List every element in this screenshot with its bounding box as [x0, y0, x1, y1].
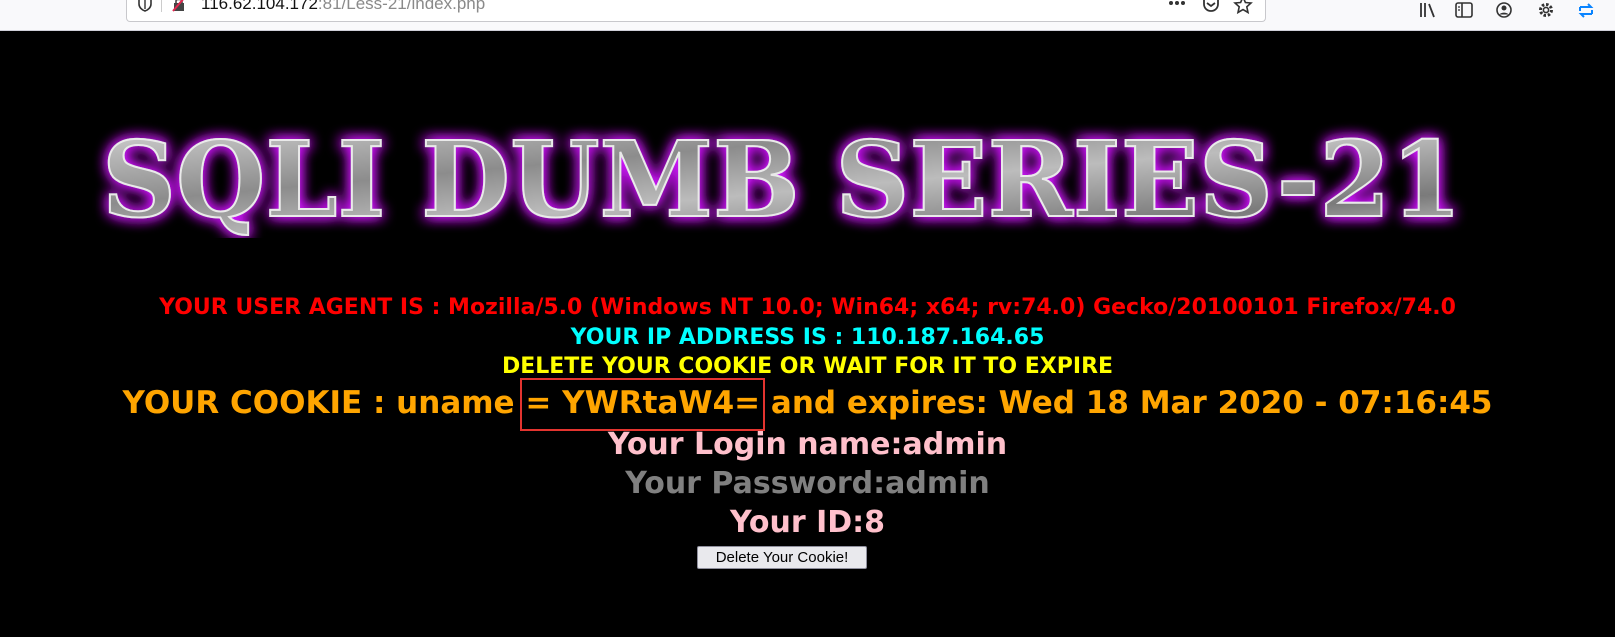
shield-icon[interactable]	[137, 0, 153, 12]
url-divider	[161, 0, 162, 12]
more-actions-icon[interactable]	[1167, 0, 1187, 14]
url-host: 116.62.104.172	[201, 0, 318, 13]
url-bar[interactable]: 116.62.104.172:81/Less-21/index.php	[126, 0, 1266, 22]
url-path: :81/Less-21/index.php	[317, 0, 486, 13]
banner-logo: SQLI DUMB SERIES-21	[101, 118, 1463, 238]
delete-cookie-notice: DELETE YOUR COOKIE OR WAIT FOR IT TO EXP…	[501, 354, 1114, 379]
ip-address-text: YOUR IP ADDRESS IS : 110.187.164.65	[570, 325, 1045, 350]
account-icon[interactable]	[1494, 2, 1514, 20]
delete-cookie-button[interactable]: Delete Your Cookie!	[697, 546, 867, 569]
banner-title: SQLI DUMB SERIES-21	[102, 118, 1462, 238]
cookie-text: YOUR COOKIE : uname = YWRtaW4= and expir…	[122, 385, 1493, 421]
user-id-text: Your ID:8	[729, 505, 886, 540]
insecure-lock-icon[interactable]	[171, 0, 187, 12]
user-agent-text: YOUR USER AGENT IS : Mozilla/5.0 (Window…	[159, 295, 1456, 320]
bookmark-star-icon[interactable]	[1233, 0, 1253, 14]
library-icon[interactable]	[1418, 2, 1438, 20]
cookie-value-highlight	[520, 378, 765, 431]
browser-toolbar: 116.62.104.172:81/Less-21/index.php	[0, 0, 1615, 31]
sidebar-icon[interactable]	[1454, 2, 1474, 20]
url-text[interactable]: 116.62.104.172:81/Less-21/index.php	[201, 0, 485, 14]
pocket-icon[interactable]	[1201, 0, 1221, 14]
settings-icon[interactable]	[1536, 2, 1556, 20]
login-name-text: Your Login name:admin	[607, 427, 1008, 462]
password-text: Your Password:admin	[625, 466, 990, 501]
sync-icon[interactable]	[1576, 2, 1596, 20]
